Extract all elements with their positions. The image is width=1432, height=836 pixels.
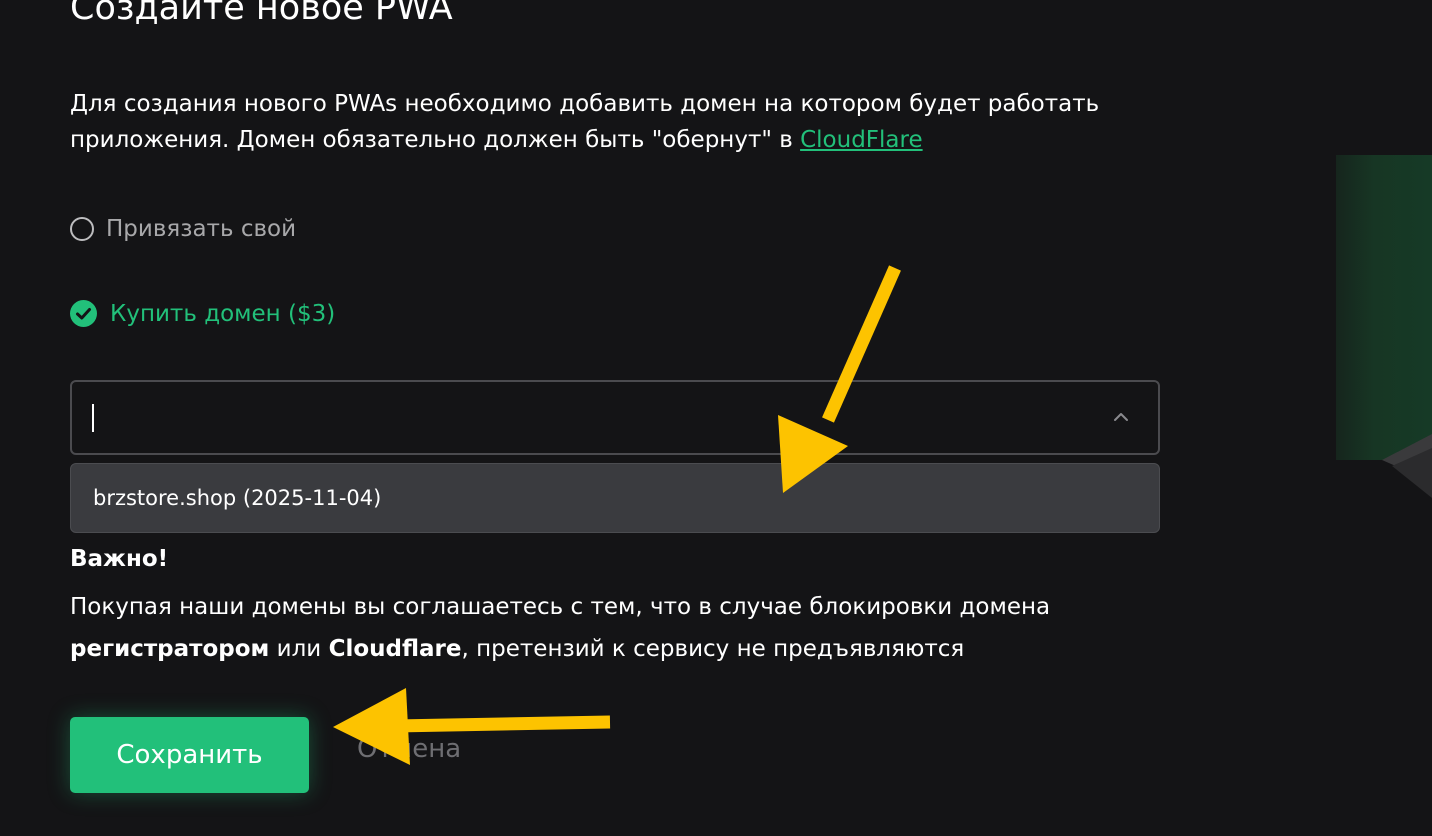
create-pwa-page: Создайте новое PWA Для создания нового P… bbox=[0, 0, 1432, 836]
domain-select[interactable] bbox=[70, 380, 1160, 455]
side-preview-shape bbox=[1382, 434, 1432, 498]
radio-buy-domain-label: Купить домен ($3) bbox=[110, 300, 336, 327]
chevron-up-icon[interactable] bbox=[1112, 408, 1130, 426]
dropdown-option[interactable]: brzstore.shop (2025-11-04) bbox=[93, 483, 381, 513]
radio-buy-domain[interactable]: Купить домен ($3) bbox=[70, 300, 335, 327]
text-cursor bbox=[92, 404, 94, 432]
page-description: Для создания нового PWAs необходимо доба… bbox=[70, 86, 1170, 158]
important-title: Важно! bbox=[70, 546, 169, 572]
important-text: Покупая наши домены вы соглашаетесь с те… bbox=[70, 586, 1220, 670]
page-title: Создайте новое PWA bbox=[70, 0, 453, 28]
check-circle-icon bbox=[70, 300, 97, 327]
radio-own-domain-label: Привязать свой bbox=[106, 216, 297, 242]
cloudflare-link[interactable]: CloudFlare bbox=[800, 127, 923, 153]
important-bold-registrar: регистратором bbox=[70, 636, 270, 662]
important-text-part: , претензий к сервису не предъявляются bbox=[461, 636, 965, 662]
important-bold-cloudflare: Cloudflare bbox=[328, 636, 462, 662]
cancel-button[interactable]: Отмена bbox=[357, 734, 461, 764]
radio-own-domain[interactable]: Привязать свой bbox=[70, 216, 296, 242]
domain-dropdown: brzstore.shop (2025-11-04) bbox=[70, 463, 1160, 533]
important-text-part: или bbox=[269, 636, 329, 662]
important-text-part: Покупая наши домены вы соглашаетесь с те… bbox=[70, 594, 1051, 620]
side-preview-panel bbox=[1336, 155, 1432, 460]
radio-unchecked-icon bbox=[70, 217, 94, 241]
description-text: Для создания нового PWAs необходимо доба… bbox=[70, 91, 1100, 153]
save-button[interactable]: Сохранить bbox=[70, 717, 309, 793]
